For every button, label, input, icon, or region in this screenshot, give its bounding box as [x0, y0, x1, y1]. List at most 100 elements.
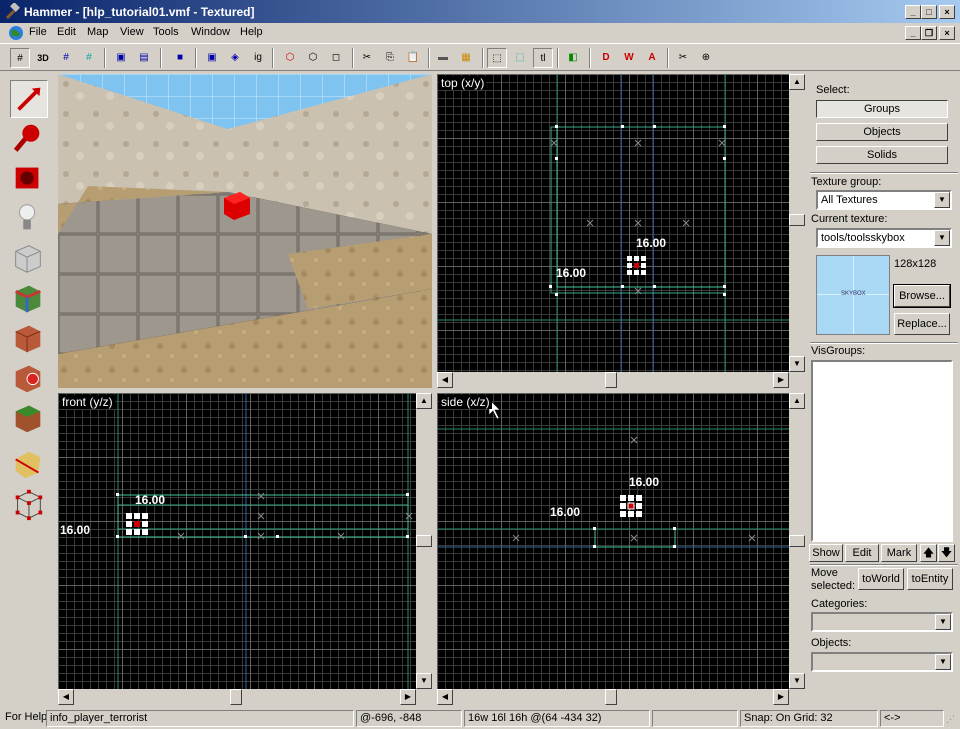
block-tool-icon[interactable]: [10, 240, 48, 278]
scroll-thumb[interactable]: [230, 689, 242, 705]
scroll-thumb[interactable]: [605, 372, 617, 388]
scroll-down-icon[interactable]: ▼: [789, 356, 805, 372]
view-label[interactable]: side (x/z): [439, 395, 492, 409]
scroll-thumb[interactable]: [789, 214, 805, 226]
front-view-vscroll[interactable]: ▲ ▼: [416, 393, 432, 689]
visgroup-icon[interactable]: ◈: [225, 48, 245, 68]
menu-view[interactable]: View: [120, 26, 144, 38]
entity-tool-icon[interactable]: [10, 200, 48, 238]
3d-grid-button[interactable]: 3D: [33, 48, 53, 68]
menu-window[interactable]: Window: [191, 26, 230, 38]
close-button[interactable]: ×: [939, 5, 955, 19]
scroll-right-icon[interactable]: ▶: [773, 689, 789, 705]
paste-icon[interactable]: 📋: [403, 48, 423, 68]
menu-tools[interactable]: Tools: [153, 26, 179, 38]
vertex-tool-icon[interactable]: [10, 486, 48, 524]
scroll-thumb[interactable]: [605, 689, 617, 705]
minimize-button[interactable]: _: [905, 5, 921, 19]
chevron-down-icon[interactable]: ▼: [934, 192, 950, 208]
group-icon[interactable]: ▣: [111, 48, 131, 68]
top-view-hscroll[interactable]: ◀ ▶: [437, 372, 789, 388]
camera-tool-icon[interactable]: [10, 160, 48, 198]
scroll-down-icon[interactable]: ▼: [789, 673, 805, 689]
grid-toggle-icon[interactable]: #: [10, 48, 30, 68]
side-view-hscroll[interactable]: ◀ ▶: [437, 689, 789, 705]
texture-application-icon[interactable]: ▦: [456, 48, 476, 68]
cube-outline-icon[interactable]: ◻: [326, 48, 346, 68]
browse-button[interactable]: Browse...: [893, 284, 951, 308]
scroll-left-icon[interactable]: ◀: [58, 689, 74, 705]
check-map-icon[interactable]: W: [619, 48, 639, 68]
magnify-tool-icon[interactable]: [10, 120, 48, 158]
clipping-tool-icon[interactable]: [10, 446, 48, 484]
mdi-restore-button[interactable]: ❐: [921, 26, 937, 40]
menu-file[interactable]: File: [29, 26, 47, 38]
entity-report-icon[interactable]: A: [642, 48, 662, 68]
mdi-close-button[interactable]: ×: [939, 26, 955, 40]
scroll-up-icon[interactable]: ▲: [789, 393, 805, 409]
move-up-icon[interactable]: 🡅: [920, 544, 937, 562]
mdi-minimize-button[interactable]: _: [905, 26, 921, 40]
overlay-tool-icon[interactable]: [10, 400, 48, 438]
menu-edit[interactable]: Edit: [57, 26, 76, 38]
visgroups-edit-button[interactable]: Edit: [845, 544, 879, 562]
larger-grid-icon[interactable]: #: [79, 48, 99, 68]
current-texture-select[interactable]: tools/toolsskybox ▼: [816, 228, 952, 248]
top-2d-view[interactable]: top (x/y) 16.00 16.00: [437, 74, 789, 372]
scroll-down-icon[interactable]: ▼: [416, 673, 432, 689]
scroll-left-icon[interactable]: ◀: [437, 689, 453, 705]
menu-map[interactable]: Map: [87, 26, 108, 38]
chevron-down-icon[interactable]: ▼: [935, 614, 951, 630]
side-view-vscroll[interactable]: ▲ ▼: [789, 393, 805, 689]
texture-lock-toggle-button[interactable]: tl: [533, 48, 553, 68]
hollow-icon[interactable]: ⬡: [303, 48, 323, 68]
front-2d-view[interactable]: front (y/z) 16.00 16.00: [58, 393, 416, 689]
globe-icon[interactable]: [8, 25, 24, 41]
scroll-right-icon[interactable]: ▶: [400, 689, 416, 705]
replace-button[interactable]: Replace...: [894, 313, 950, 335]
move-down-icon[interactable]: 🡇: [938, 544, 955, 562]
decal-tool-icon[interactable]: [10, 360, 48, 398]
visgroups-list[interactable]: [811, 360, 953, 542]
visgroups-mark-button[interactable]: Mark: [881, 544, 917, 562]
view-label[interactable]: front (y/z): [60, 395, 115, 409]
texture-lock-icon[interactable]: ▬: [433, 48, 453, 68]
selection-tool-icon[interactable]: [10, 80, 48, 118]
scroll-left-icon[interactable]: ◀: [437, 372, 453, 388]
apply-current-texture-icon[interactable]: [10, 320, 48, 358]
scroll-right-icon[interactable]: ▶: [773, 372, 789, 388]
center-view-icon[interactable]: ⊕: [696, 48, 716, 68]
chevron-down-icon[interactable]: ▼: [934, 230, 950, 246]
side-2d-view[interactable]: side (x/z) 16.00 16.00: [437, 393, 789, 689]
scroll-up-icon[interactable]: ▲: [416, 393, 432, 409]
select-objects-button[interactable]: Objects: [816, 123, 948, 141]
objects-select[interactable]: ▼: [811, 652, 953, 672]
texture-application-tool-icon[interactable]: [10, 280, 48, 318]
menu-help[interactable]: Help: [240, 26, 263, 38]
run-map-icon[interactable]: D: [596, 48, 616, 68]
categories-select[interactable]: ▼: [811, 612, 953, 632]
texture-group-select[interactable]: All Textures ▼: [816, 190, 952, 210]
to-world-button[interactable]: toWorld: [858, 568, 904, 590]
skew-icon[interactable]: ✂: [673, 48, 693, 68]
ignore-groups-button[interactable]: ig: [248, 48, 268, 68]
view-label[interactable]: top (x/y): [439, 76, 487, 90]
to-entity-button[interactable]: toEntity: [907, 568, 953, 590]
select-solids-button[interactable]: Solids: [816, 146, 948, 164]
visgroups-show-button[interactable]: Show: [809, 544, 843, 562]
scroll-up-icon[interactable]: ▲: [789, 74, 805, 90]
cut-icon[interactable]: ✂: [357, 48, 377, 68]
select-by-handles-icon[interactable]: ⬚: [510, 48, 530, 68]
copy-icon[interactable]: ⎘: [380, 48, 400, 68]
cordon-icon[interactable]: ▣: [202, 48, 222, 68]
smaller-grid-icon[interactable]: #: [56, 48, 76, 68]
carve-icon[interactable]: ⬡: [280, 48, 300, 68]
ungroup-icon[interactable]: ▤: [134, 48, 154, 68]
resize-grip-icon[interactable]: ⋰: [946, 714, 958, 726]
front-view-hscroll[interactable]: ◀ ▶: [58, 689, 416, 705]
top-view-vscroll[interactable]: ▲ ▼: [789, 74, 805, 372]
selection-box-icon[interactable]: ⬚: [487, 48, 507, 68]
select-groups-button[interactable]: Groups: [816, 100, 948, 118]
flip-icon[interactable]: ◧: [563, 48, 583, 68]
chevron-down-icon[interactable]: ▼: [935, 654, 951, 670]
